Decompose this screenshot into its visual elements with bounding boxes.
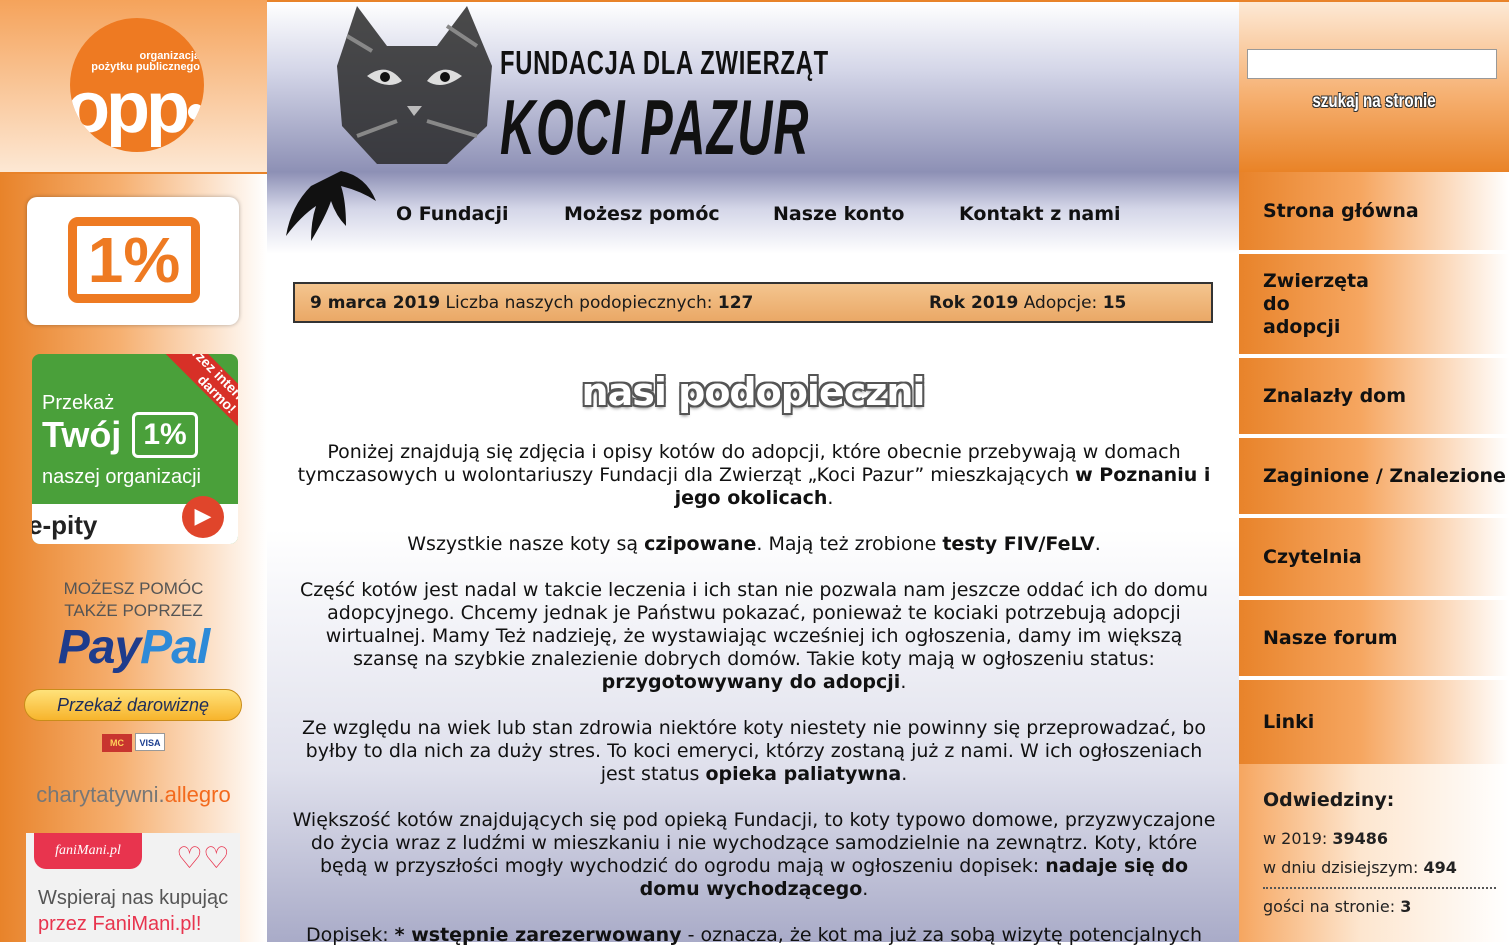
paypal-caption-line2: TAKŻE POPRZEZ — [64, 601, 203, 620]
visits-guests-value: 3 — [1400, 897, 1412, 916]
left-sidebar: organizacja pożytku publicznego opp 1% p… — [0, 0, 267, 942]
p4-bold: opieka paliatywna — [705, 763, 902, 785]
p3-bold: przygotowywany do adopcji — [601, 671, 901, 693]
allegro-text-b: allegro — [164, 782, 231, 807]
site-header: FUNDACJA DLA ZWIERZĄT KOCI PAZUR — [267, 0, 1239, 172]
p2-bold2: testy FIV/FeLV — [942, 533, 1095, 555]
stats-adoptions: Rok 2019 Adopcje: 15 — [929, 284, 1126, 323]
paypal-logo: PayPal — [0, 620, 267, 675]
menu-czytelnia[interactable]: Czytelnia — [1239, 518, 1509, 598]
paypal-logo-pal: Pal — [140, 621, 210, 674]
one-percent-icon: 1% — [68, 217, 200, 303]
mastercard-icon: MC — [102, 734, 132, 752]
allegro-charity-link[interactable]: charytatywni.allegro — [0, 782, 267, 808]
epity-percent: 1% — [132, 412, 198, 458]
stats-bar: 9 marca 2019 Liczba naszych podopiecznyc… — [293, 282, 1213, 323]
p2-end: . — [1094, 533, 1101, 555]
payment-cards: MC VISA — [102, 731, 168, 752]
p5-end: . — [862, 878, 869, 900]
p3-text: Część kotów jest nadal w takcie leczenia… — [299, 579, 1209, 670]
search-button[interactable]: szukaj na stronie — [1266, 91, 1482, 113]
visits-year-value: 39486 — [1332, 829, 1389, 848]
p1-text: Poniżej znajdują się zdjęcia i opisy kot… — [297, 441, 1181, 486]
fanimani-text-line2: przez FaniMani.pl! — [38, 913, 202, 935]
p1-end: . — [827, 487, 834, 509]
paragraph-treatment: Część kotów jest nadal w takcie leczenia… — [291, 579, 1217, 694]
stats-adopt-label: Adopcje: — [1023, 293, 1098, 313]
paragraph-reserved: Dopisek: * wstępnie zarezerwowany - ozna… — [291, 924, 1217, 947]
play-arrow-icon[interactable]: ▶ — [182, 496, 224, 538]
nav-kontakt[interactable]: Kontakt z nami — [959, 203, 1121, 225]
paragraph-palliative: Ze względu na wiek lub stan zdrowia niek… — [291, 717, 1217, 786]
menu-nasze-forum[interactable]: Nasze forum — [1239, 600, 1509, 678]
menu-zwierzeta-do-adopcji[interactable]: Zwierzęta do adopcji — [1239, 254, 1509, 356]
p6-text2: - oznacza, że kot ma już za sobą wizytę … — [681, 924, 1202, 946]
epity-text-organizacji: naszej organizacji — [42, 466, 201, 488]
visits-today-value: 494 — [1423, 858, 1457, 877]
opp-logo[interactable]: organizacja pożytku publicznego opp — [70, 18, 204, 152]
paypal-donate-button[interactable]: Przekaż darowiznę — [24, 689, 242, 721]
right-sidebar: Strona główna Zwierzęta do adopcji Znala… — [1239, 172, 1509, 942]
visits-today: w dniu dzisiejszym: 494 — [1263, 858, 1457, 877]
hearts-icon: ♡♡ — [176, 841, 230, 876]
fanimani-banner[interactable]: faniMani.pl ♡♡ Wspieraj nas kupując prze… — [26, 833, 240, 942]
epity-banner[interactable]: przez internet za darmo! Przekaż Twój 1%… — [32, 354, 238, 544]
paypal-caption-line1: MOŻESZ POMÓC — [63, 579, 204, 598]
visits-today-label: w dniu dzisiejszym: — [1263, 858, 1419, 877]
search-panel: szukaj na stronie — [1239, 0, 1509, 172]
search-input[interactable] — [1247, 49, 1497, 79]
paragraph-chip: Wszystkie nasze koty są czipowane. Mają … — [291, 533, 1217, 556]
page-title: nasi podopieczni — [581, 370, 926, 414]
stats-count-label: Liczba naszych podopiecznych: — [445, 293, 713, 313]
paypal-logo-pay: Pay — [57, 621, 141, 674]
menu-strona-glowna[interactable]: Strona główna — [1239, 172, 1509, 252]
stats-adopt-value: 15 — [1102, 293, 1127, 313]
menu-znalazly-dom[interactable]: Znalazły dom — [1239, 358, 1509, 436]
top-navigation: O Fundacji Możesz pomóc Nasze konto Kont… — [267, 171, 1239, 254]
menu-zaginione-znalezione[interactable]: Zaginione / Znalezione — [1239, 438, 1509, 516]
stats-year: Rok 2019 — [929, 293, 1019, 313]
p3-end: . — [900, 671, 907, 693]
main-content: 9 marca 2019 Liczba naszych podopiecznyc… — [267, 254, 1239, 946]
stats-date: 9 marca 2019 — [310, 293, 441, 313]
epity-text-twoj: Twój — [42, 414, 122, 455]
nav-mozesz-pomoc[interactable]: Możesz pomóc — [564, 203, 720, 225]
opp-dot — [188, 104, 204, 120]
one-percent-banner[interactable]: 1% — [27, 197, 239, 325]
visa-icon: VISA — [135, 733, 165, 751]
p6-bold: * wstępnie zarezerwowany — [394, 924, 682, 946]
site-title-line2[interactable]: KOCI PAZUR — [500, 82, 810, 173]
visits-guests: gości na stronie: 3 — [1263, 897, 1411, 916]
paragraph-outdoor: Większość kotów znajdujących się pod opi… — [291, 809, 1217, 901]
fanimani-logo: faniMani.pl — [34, 833, 142, 869]
stats-count-value: 127 — [717, 293, 754, 313]
paypal-caption: MOŻESZ POMÓC TAKŻE POPRZEZ — [0, 578, 267, 622]
p2-text2: . Mają też zrobione — [756, 533, 943, 555]
p6-text: Dopisek: — [306, 924, 395, 946]
fanimani-text-line1: Wspieraj nas kupując — [38, 887, 229, 909]
visits-guests-label: gości na stronie: — [1263, 897, 1396, 916]
nav-o-fundacji[interactable]: O Fundacji — [396, 203, 509, 225]
p2-bold1: czipowane — [644, 533, 757, 555]
stats-count: 9 marca 2019 Liczba naszych podopiecznyc… — [310, 284, 753, 323]
epity-logo: e-pity — [32, 510, 98, 540]
visits-year: w 2019: 39486 — [1263, 829, 1388, 848]
p2-text: Wszystkie nasze koty są — [407, 533, 645, 555]
cat-claw-icon — [286, 171, 376, 241]
visits-year-label: w 2019: — [1263, 829, 1328, 848]
opp-big-text: opp — [70, 68, 190, 148]
menu-linki[interactable]: Linki — [1239, 680, 1509, 764]
site-title-line1[interactable]: FUNDACJA DLA ZWIERZĄT — [500, 44, 829, 82]
opp-logo-box[interactable]: organizacja pożytku publicznego opp — [0, 0, 267, 174]
visits-title: Odwiedziny: — [1263, 789, 1395, 811]
nav-nasze-konto[interactable]: Nasze konto — [773, 203, 904, 225]
visits-divider — [1263, 887, 1496, 889]
paragraph-intro: Poniżej znajdują się zdjęcia i opisy kot… — [291, 441, 1217, 510]
allegro-text-a: charytatywni. — [36, 782, 165, 807]
epity-text-przekaz: Przekaż — [42, 392, 115, 414]
p4-end: . — [901, 763, 908, 785]
